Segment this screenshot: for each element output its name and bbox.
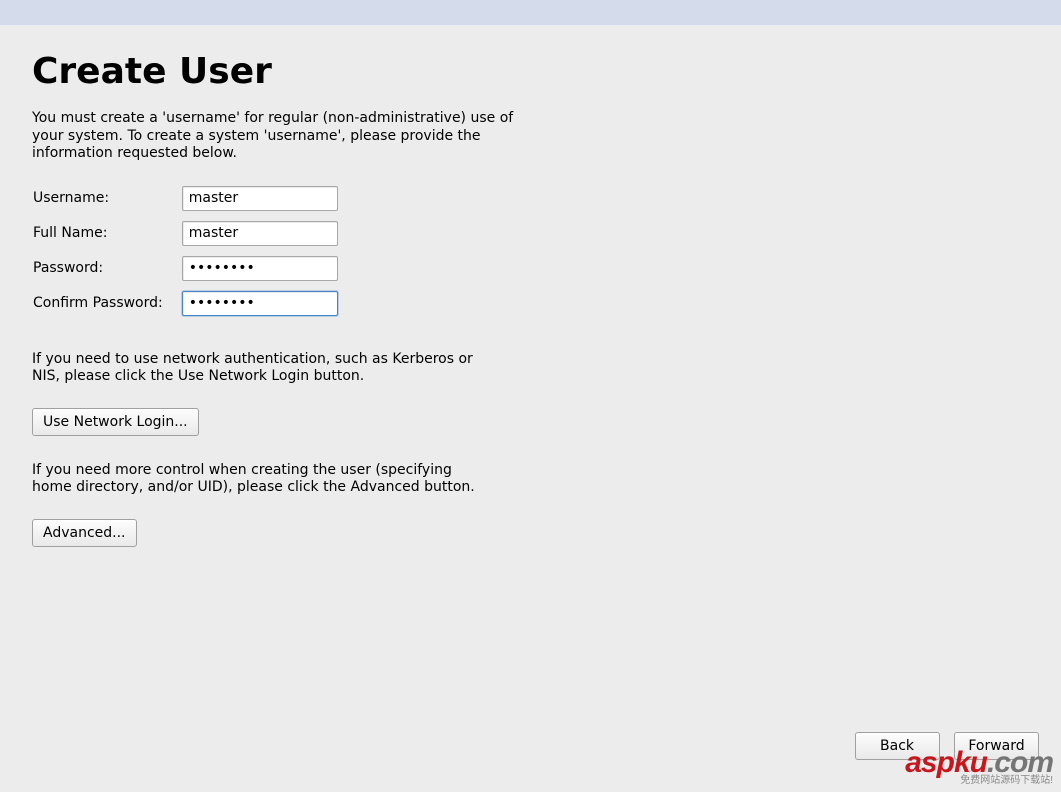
main-content: Create User You must create a 'username'… [0,25,1061,547]
advanced-text: If you need more control when creating t… [32,462,492,497]
advanced-button[interactable]: Advanced... [32,519,137,547]
password-input[interactable] [182,256,338,281]
watermark-tagline: 免费网站源码下载站! [905,776,1053,786]
use-network-login-button[interactable]: Use Network Login... [32,408,199,436]
back-button[interactable]: Back [855,732,940,760]
forward-button[interactable]: Forward [954,732,1039,760]
confirm-password-label: Confirm Password: [33,295,163,311]
page-title: Create User [32,51,1029,92]
navigation-buttons: Back Forward [845,732,1039,760]
intro-text: You must create a 'username' for regular… [32,110,532,163]
username-input[interactable] [182,186,338,211]
user-form: Username: Full Name: Password: Confirm P… [32,177,339,325]
confirm-password-input[interactable] [182,291,338,316]
password-label: Password: [33,260,103,276]
fullname-label: Full Name: [33,225,107,241]
window-title-bar [0,0,1061,25]
fullname-input[interactable] [182,221,338,246]
username-label: Username: [33,190,109,206]
network-login-text: If you need to use network authenticatio… [32,351,492,386]
